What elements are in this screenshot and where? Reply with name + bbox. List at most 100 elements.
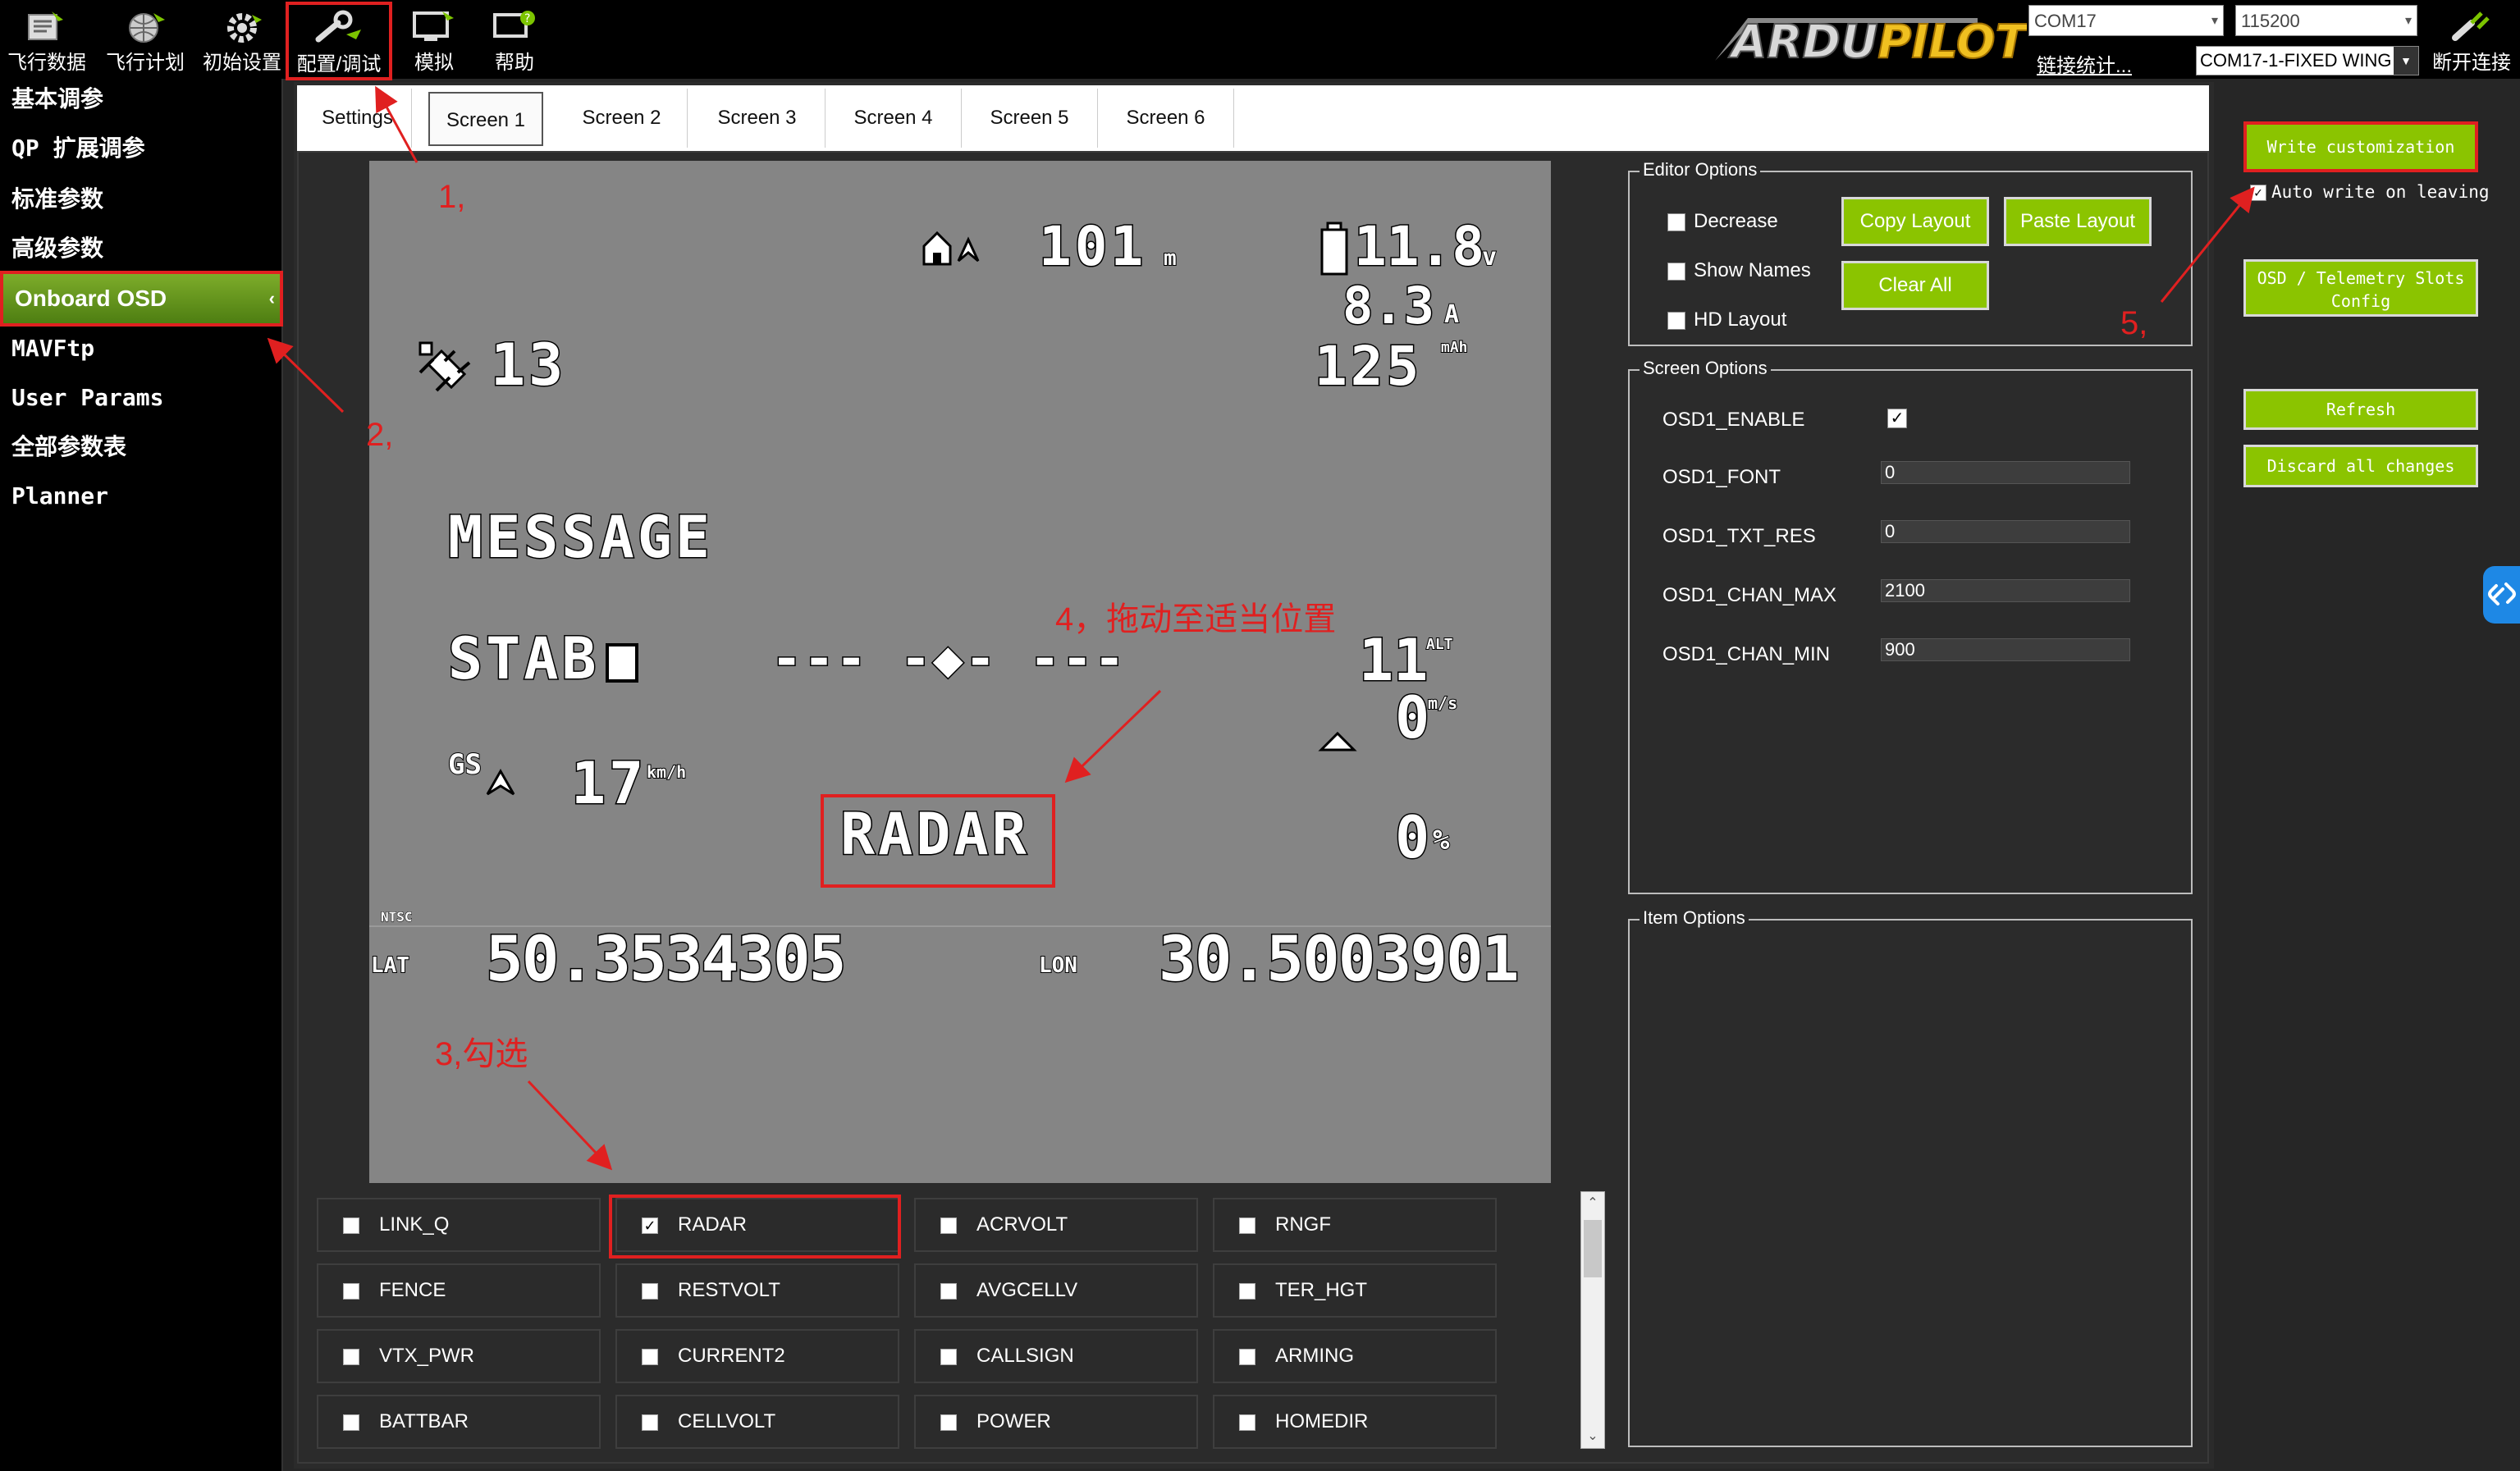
item-power[interactable]: POWER: [914, 1395, 1198, 1449]
sidebar-item-qp-extended-tuning[interactable]: QP 扩展调参: [0, 128, 283, 174]
osd1-enable-checkbox[interactable]: ✓: [1887, 409, 1907, 428]
item-checkbox[interactable]: [642, 1349, 658, 1365]
item-vtx-pwr[interactable]: VTX_PWR: [317, 1329, 601, 1383]
svg-text:ARDUPILOT: ARDUPILOT: [1728, 16, 2027, 69]
tab-screen-2[interactable]: Screen 2: [556, 89, 688, 148]
item-checkbox[interactable]: [343, 1283, 359, 1300]
copy-layout-button[interactable]: Copy Layout: [1841, 197, 1989, 246]
toolbar-config-tuning[interactable]: 配置/调试: [286, 2, 392, 80]
item-checkbox[interactable]: [343, 1349, 359, 1365]
toolbar-flight-data[interactable]: 飞行数据: [2, 3, 92, 77]
checkbox-label: Auto write on leaving: [2271, 182, 2490, 202]
item-fence[interactable]: FENCE: [317, 1263, 601, 1318]
hd-layout-checkbox[interactable]: HD Layout: [1667, 308, 1786, 331]
sidebar-item-standard-params[interactable]: 标准参数: [0, 179, 283, 225]
sidebar-item-mavftp[interactable]: MAVFtp: [0, 328, 283, 374]
item-checkbox[interactable]: [642, 1414, 658, 1431]
item-restvolt[interactable]: RESTVOLT: [615, 1263, 899, 1318]
checkbox-box[interactable]: ✓: [2250, 185, 2266, 201]
item-checkbox[interactable]: [1239, 1283, 1255, 1300]
sidebar-item-planner[interactable]: Planner: [0, 476, 283, 522]
annotation-step-2: 2,: [366, 417, 394, 453]
tab-screen-5[interactable]: Screen 5: [962, 89, 1098, 148]
show-names-checkbox[interactable]: Show Names: [1667, 259, 1811, 282]
osd-message: MESSAGE: [446, 503, 714, 573]
item-callsign[interactable]: CALLSIGN: [914, 1329, 1198, 1383]
tab-screen-4[interactable]: Screen 4: [826, 89, 962, 148]
osd-satellite-count: 13: [489, 331, 567, 400]
osd1-txt-res-label: OSD1_TXT_RES: [1662, 525, 1816, 547]
button-label: Refresh: [2326, 400, 2396, 419]
item-avgcellv[interactable]: AVGCELLV: [914, 1263, 1198, 1318]
toolbar-flight-plan[interactable]: 飞行计划: [100, 3, 190, 77]
item-checkbox[interactable]: [343, 1414, 359, 1431]
item-checkbox[interactable]: [940, 1283, 957, 1300]
item-rngf[interactable]: RNGF: [1213, 1198, 1497, 1252]
vehicle-combo[interactable]: COM17-1-FIXED WING ▼: [2196, 46, 2419, 75]
item-checkbox[interactable]: [1239, 1414, 1255, 1431]
tab-screen-3[interactable]: Screen 3: [689, 89, 826, 148]
osd-preview-canvas[interactable]: 101 m 11.8 v 8.3 A 125 mAh 13 MESSAGE ST…: [369, 161, 1551, 1183]
item-ter-hgt[interactable]: TER_HGT: [1213, 1263, 1497, 1318]
item-cellvolt[interactable]: CELLVOLT: [615, 1395, 899, 1449]
item-label: CURRENT2: [678, 1345, 785, 1367]
sidebar-item-basic-tuning[interactable]: 基本调参: [0, 79, 283, 125]
sidebar-item-onboard-osd[interactable]: Onboard OSD ‹: [0, 271, 283, 327]
item-battbar[interactable]: BATTBAR: [317, 1395, 601, 1449]
scrollbar-thumb[interactable]: [1584, 1220, 1602, 1277]
item-current2[interactable]: CURRENT2: [615, 1329, 899, 1383]
checkbox-box[interactable]: [1667, 311, 1685, 330]
toolbar-initial-setup[interactable]: 初始设置: [197, 3, 287, 77]
tab-screen-1[interactable]: Screen 1: [428, 92, 543, 146]
ardupilot-logo: ARDUPILOT: [1699, 3, 2031, 70]
paste-layout-button[interactable]: Paste Layout: [2004, 197, 2152, 246]
refresh-button[interactable]: Refresh: [2243, 389, 2478, 430]
sidebar-item-full-param-list[interactable]: 全部参数表: [0, 427, 283, 473]
simulation-icon: [413, 11, 454, 41]
osd-climb-unit: m/s: [1427, 693, 1458, 713]
toolbar-disconnect[interactable]: 断开连接: [2426, 3, 2518, 77]
port-combo-value: COM17: [2034, 11, 2097, 31]
scroll-down-icon[interactable]: ⌄: [1581, 1425, 1604, 1448]
checkbox-box[interactable]: [1667, 212, 1685, 231]
osd1-chan-min-input[interactable]: 900: [1881, 638, 2130, 661]
osd1-chan-max-input[interactable]: 2100: [1881, 579, 2130, 602]
item-link-q[interactable]: LINK_Q: [317, 1198, 601, 1252]
link-stats-link[interactable]: 链接统计...: [2037, 49, 2132, 78]
baud-combo[interactable]: 115200 ▾: [2235, 5, 2417, 36]
item-label: ACRVOLT: [976, 1213, 1068, 1236]
item-checkbox[interactable]: [1239, 1217, 1255, 1234]
toolbar-simulation[interactable]: 模拟: [389, 3, 479, 77]
item-checkbox[interactable]: [940, 1217, 957, 1234]
group-title: Editor Options: [1640, 159, 1761, 180]
checkbox-box[interactable]: [1667, 262, 1685, 281]
decrease-checkbox[interactable]: Decrease: [1667, 210, 1778, 233]
write-customization-button[interactable]: Write customization: [2243, 121, 2478, 172]
item-checkbox[interactable]: [1239, 1349, 1255, 1365]
sidebar-item-user-params[interactable]: User Params: [0, 377, 283, 423]
discard-all-changes-button[interactable]: Discard all changes: [2243, 445, 2478, 487]
tab-settings[interactable]: Settings: [304, 89, 412, 148]
item-checkbox[interactable]: [343, 1217, 359, 1234]
item-checkbox[interactable]: [940, 1414, 957, 1431]
checkbox-label: Decrease: [1694, 210, 1778, 232]
side-share-button[interactable]: [2483, 566, 2520, 624]
item-homedir[interactable]: HOMEDIR: [1213, 1395, 1497, 1449]
osd1-font-input[interactable]: 0: [1881, 461, 2130, 484]
tab-label: Screen 6: [1126, 107, 1205, 129]
osd1-txt-res-input[interactable]: 0: [1881, 520, 2130, 543]
sidebar-item-advanced-params[interactable]: 高级参数: [0, 228, 283, 274]
tab-screen-6[interactable]: Screen 6: [1098, 89, 1234, 148]
item-arming[interactable]: ARMING: [1213, 1329, 1497, 1383]
item-checkbox[interactable]: [940, 1349, 957, 1365]
item-list-scrollbar[interactable]: ⌃ ⌄: [1580, 1191, 1605, 1449]
osd-telemetry-slots-config-button[interactable]: OSD / Telemetry Slots Config: [2243, 259, 2478, 317]
scroll-up-icon[interactable]: ⌃: [1581, 1192, 1604, 1215]
item-checkbox[interactable]: [642, 1283, 658, 1300]
port-combo[interactable]: COM17 ▾: [2028, 5, 2224, 36]
help-icon: ?: [493, 11, 535, 38]
auto-write-checkbox[interactable]: ✓ Auto write on leaving: [2250, 182, 2490, 202]
toolbar-help[interactable]: ? 帮助: [469, 3, 560, 77]
item-acrvolt[interactable]: ACRVOLT: [914, 1198, 1198, 1252]
clear-all-button[interactable]: Clear All: [1841, 261, 1989, 310]
